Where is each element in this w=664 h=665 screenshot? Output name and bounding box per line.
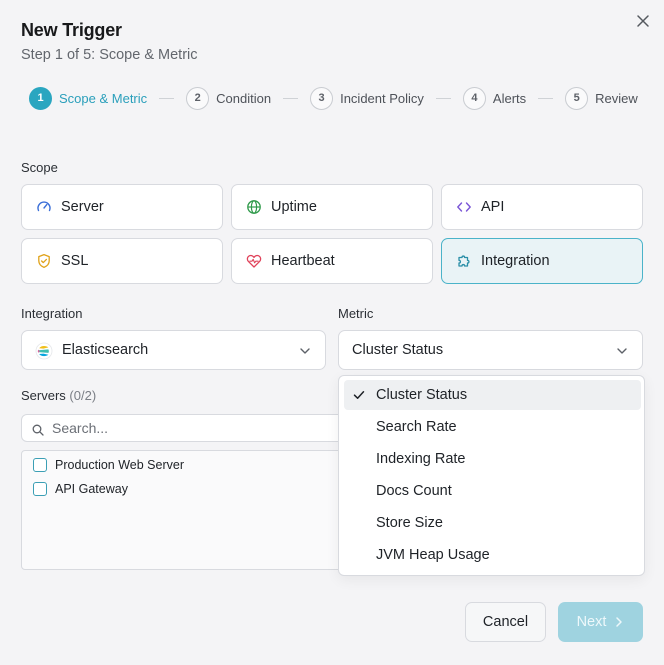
scope-integration-button[interactable]: Integration bbox=[441, 238, 643, 284]
new-trigger-dialog: New Trigger Step 1 of 5: Scope & Metric … bbox=[0, 0, 664, 665]
puzzle-icon bbox=[456, 253, 472, 269]
server-item-api-gateway[interactable]: API Gateway bbox=[33, 482, 128, 496]
metric-option-label: Cluster Status bbox=[376, 387, 468, 403]
step-separator bbox=[435, 97, 451, 99]
step-label: Alerts bbox=[492, 90, 527, 106]
server-list: Production Web Server API Gateway bbox=[21, 450, 351, 570]
metric-option-label: Indexing Rate bbox=[376, 451, 466, 467]
metric-option-docs-count[interactable]: Docs Count bbox=[344, 476, 641, 506]
integration-select[interactable]: Elasticsearch bbox=[21, 330, 326, 370]
step-label: Condition bbox=[216, 90, 272, 106]
metric-option-store-size[interactable]: Store Size bbox=[344, 508, 641, 538]
scope-option-label: Uptime bbox=[271, 199, 317, 215]
chevron-down-icon bbox=[615, 344, 629, 363]
scope-api-button[interactable]: API bbox=[441, 184, 643, 230]
metric-label: Metric bbox=[338, 306, 374, 321]
heart-pulse-icon bbox=[246, 253, 262, 269]
step-label: Incident Policy bbox=[340, 90, 424, 106]
servers-label-text: Servers bbox=[21, 388, 66, 403]
scope-option-label: Server bbox=[61, 199, 104, 215]
metric-dropdown-menu: Cluster Status Search Rate Indexing Rate… bbox=[338, 375, 645, 576]
metric-select[interactable]: Cluster Status bbox=[338, 330, 643, 370]
servers-count: (0/2) bbox=[69, 388, 97, 403]
integration-label: Integration bbox=[21, 306, 83, 321]
next-button[interactable]: Next bbox=[558, 602, 643, 642]
step-number: 2 bbox=[186, 86, 210, 110]
stepper: 1 Scope & Metric 2 Condition 3 Incident … bbox=[29, 86, 638, 110]
scope-option-label: Integration bbox=[481, 253, 550, 269]
scope-ssl-button[interactable]: SSL bbox=[21, 238, 223, 284]
step-alerts[interactable]: 4 Alerts bbox=[462, 86, 527, 110]
cancel-button[interactable]: Cancel bbox=[465, 602, 546, 642]
metric-option-label: Store Size bbox=[376, 515, 443, 531]
step-number: 3 bbox=[310, 86, 334, 110]
metric-value: Cluster Status bbox=[352, 342, 444, 358]
scope-option-label: SSL bbox=[61, 253, 89, 269]
close-icon[interactable] bbox=[634, 12, 652, 30]
globe-icon bbox=[246, 199, 262, 215]
next-button-label: Next bbox=[576, 614, 607, 630]
step-separator bbox=[159, 97, 175, 99]
search-icon bbox=[32, 423, 44, 441]
step-condition[interactable]: 2 Condition bbox=[186, 86, 272, 110]
dialog-title: New Trigger bbox=[21, 20, 122, 40]
scope-label: Scope bbox=[21, 160, 58, 175]
step-separator bbox=[538, 97, 554, 99]
step-number: 4 bbox=[462, 86, 486, 110]
step-review[interactable]: 5 Review bbox=[565, 86, 638, 110]
dialog-subtitle: Step 1 of 5: Scope & Metric bbox=[21, 47, 198, 63]
server-checkbox[interactable] bbox=[33, 458, 47, 472]
server-item-production-web-server[interactable]: Production Web Server bbox=[33, 458, 184, 472]
scope-option-label: API bbox=[481, 199, 505, 215]
server-name: Production Web Server bbox=[55, 458, 184, 472]
metric-option-label: Search Rate bbox=[376, 419, 457, 435]
scope-uptime-button[interactable]: Uptime bbox=[231, 184, 433, 230]
metric-option-search-rate[interactable]: Search Rate bbox=[344, 412, 641, 442]
scope-option-label: Heartbeat bbox=[271, 253, 335, 269]
scope-server-button[interactable]: Server bbox=[21, 184, 223, 230]
step-separator bbox=[283, 97, 299, 99]
chevron-down-icon bbox=[298, 344, 312, 363]
scope-heartbeat-button[interactable]: Heartbeat bbox=[231, 238, 433, 284]
step-label: Review bbox=[595, 90, 638, 106]
check-icon bbox=[352, 388, 366, 406]
integration-value: Elasticsearch bbox=[62, 342, 149, 358]
step-number: 5 bbox=[565, 86, 589, 110]
metric-option-label: Docs Count bbox=[376, 483, 452, 499]
metric-option-indexing-rate[interactable]: Indexing Rate bbox=[344, 444, 641, 474]
step-label: Scope & Metric bbox=[59, 90, 148, 106]
gauge-icon bbox=[36, 199, 52, 215]
server-search-field[interactable] bbox=[21, 414, 351, 442]
step-incident-policy[interactable]: 3 Incident Policy bbox=[310, 86, 424, 110]
code-icon bbox=[456, 199, 472, 215]
server-search-input[interactable] bbox=[52, 420, 350, 436]
step-number: 1 bbox=[29, 86, 52, 110]
cancel-button-label: Cancel bbox=[482, 614, 529, 630]
servers-label: Servers (0/2) bbox=[21, 388, 96, 403]
server-checkbox[interactable] bbox=[33, 482, 47, 496]
shield-icon bbox=[36, 253, 52, 269]
server-name: API Gateway bbox=[55, 482, 128, 496]
chevron-right-icon bbox=[614, 616, 624, 628]
step-scope-metric[interactable]: 1 Scope & Metric bbox=[29, 86, 148, 110]
metric-option-jvm-heap-usage[interactable]: JVM Heap Usage bbox=[344, 540, 641, 570]
metric-option-label: JVM Heap Usage bbox=[376, 547, 490, 563]
elasticsearch-icon bbox=[35, 342, 53, 365]
metric-option-cluster-status[interactable]: Cluster Status bbox=[344, 380, 641, 410]
